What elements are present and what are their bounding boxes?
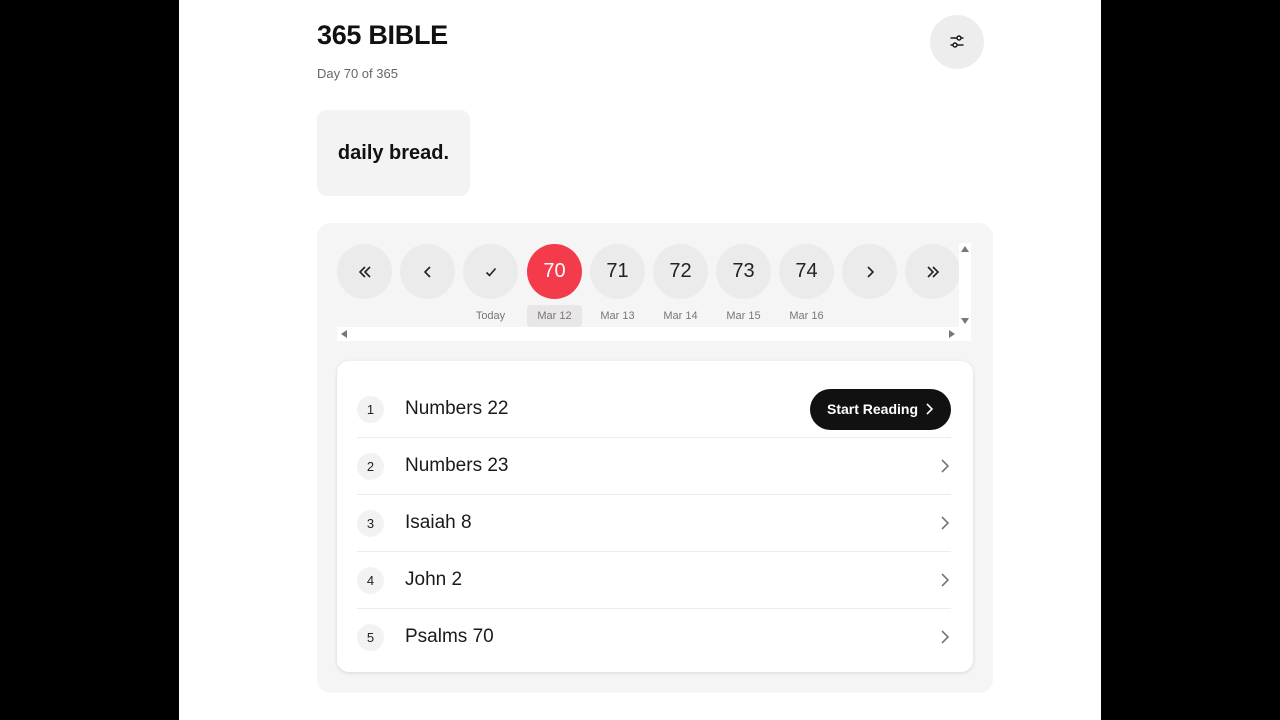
today-button[interactable] xyxy=(463,244,518,299)
day-70-date: Mar 12 xyxy=(527,305,582,327)
vertical-scrollbar[interactable] xyxy=(959,243,971,341)
previous-day-button[interactable] xyxy=(400,244,455,299)
start-reading-label: Start Reading xyxy=(826,401,918,417)
chevron-right-icon xyxy=(941,573,950,587)
reading-title: Numbers 22 xyxy=(405,398,509,419)
reading-title: John 2 xyxy=(405,569,463,590)
day-selector[interactable]: Today 70 Mar 12 71 Mar 13 72 Mar 14 73 M… xyxy=(337,243,971,343)
day-73-button[interactable]: 73 xyxy=(716,244,771,299)
day-72-date: Mar 14 xyxy=(663,310,698,322)
first-day-button[interactable] xyxy=(337,244,392,299)
horizontal-scrollbar[interactable] xyxy=(337,327,959,341)
double-chevron-left-icon xyxy=(358,265,371,278)
brand-text: daily bread. xyxy=(337,141,450,164)
today-label: Today xyxy=(475,310,506,322)
day-71-button[interactable]: 71 xyxy=(590,244,645,299)
scroll-up-arrow-icon[interactable] xyxy=(961,246,969,252)
day-74-date: Mar 16 xyxy=(789,310,824,322)
reading-item-5[interactable]: 5 Psalms 70 xyxy=(357,608,951,665)
start-reading-button[interactable]: Start Reading xyxy=(810,388,951,430)
reading-title: Psalms 70 xyxy=(405,626,494,647)
day-71-date: Mar 13 xyxy=(600,310,635,322)
chevron-right-icon xyxy=(866,265,874,278)
reading-index: 1 xyxy=(357,395,384,423)
app-title: 365 BIBLE xyxy=(317,20,448,50)
day-progress-subtitle: Day 70 of 365 xyxy=(317,66,398,81)
scroll-right-arrow-icon[interactable] xyxy=(949,330,955,338)
brand-card: daily bread. xyxy=(317,110,470,196)
reading-index: 5 xyxy=(357,623,384,651)
reading-index: 2 xyxy=(357,452,384,480)
reading-item-2[interactable]: 2 Numbers 23 xyxy=(357,437,951,494)
chevron-left-icon xyxy=(423,265,431,278)
last-day-button[interactable] xyxy=(905,244,960,299)
reading-panel: Today 70 Mar 12 71 Mar 13 72 Mar 14 73 M… xyxy=(317,223,993,693)
reading-title: Numbers 23 xyxy=(405,455,509,476)
reading-title: Isaiah 8 xyxy=(405,512,472,533)
reading-list: 1 Numbers 22 Start Reading 2 Numbers 23 xyxy=(337,361,973,672)
reading-index: 3 xyxy=(357,509,384,537)
next-day-button[interactable] xyxy=(842,244,897,299)
chevron-right-icon xyxy=(941,630,950,644)
day-72-button[interactable]: 72 xyxy=(653,244,708,299)
chevron-right-icon xyxy=(941,516,950,530)
scroll-left-arrow-icon[interactable] xyxy=(341,330,347,338)
day-73-date: Mar 15 xyxy=(726,310,761,322)
reading-item-1[interactable]: 1 Numbers 22 Start Reading xyxy=(357,381,951,437)
day-70-button[interactable]: 70 xyxy=(527,244,582,299)
scroll-down-arrow-icon[interactable] xyxy=(961,318,969,324)
sliders-icon xyxy=(950,35,964,48)
chevron-right-icon xyxy=(926,403,934,415)
settings-button[interactable] xyxy=(930,15,984,69)
reading-item-3[interactable]: 3 Isaiah 8 xyxy=(357,494,951,551)
day-selector-track: Today 70 Mar 12 71 Mar 13 72 Mar 14 73 M… xyxy=(337,243,960,327)
reading-item-4[interactable]: 4 John 2 xyxy=(357,551,951,608)
page: 365 BIBLE Day 70 of 365 daily bread. Tod… xyxy=(179,0,1101,720)
double-chevron-right-icon xyxy=(926,265,939,278)
reading-index: 4 xyxy=(357,566,384,594)
check-icon xyxy=(485,267,496,277)
day-74-button[interactable]: 74 xyxy=(779,244,834,299)
chevron-right-icon xyxy=(941,459,950,473)
